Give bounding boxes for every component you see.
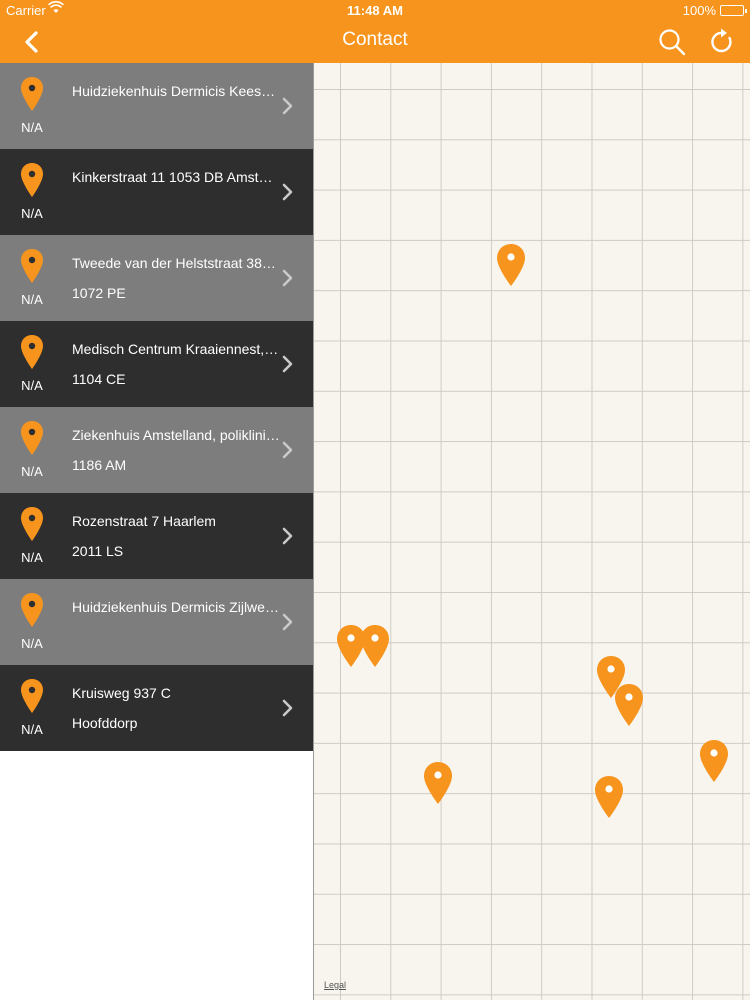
distance-label: N/A (21, 292, 43, 307)
chevron-right-icon (282, 355, 293, 373)
map-pin-icon (21, 421, 43, 455)
address-line-1: Huidziekenhuis Dermicis Zijlwe… (72, 599, 279, 615)
address-line-1: Ziekenhuis Amstelland, poliklini… (72, 427, 280, 443)
distance-label: N/A (21, 722, 43, 737)
map-marker[interactable] (699, 739, 729, 783)
list-item[interactable]: N/A Huidziekenhuis Dermicis Keeso… (0, 63, 313, 149)
chevron-right-icon (282, 527, 293, 545)
page-title: Contact (342, 29, 408, 50)
map-pin-icon (21, 593, 43, 627)
map-pin-icon (21, 679, 43, 713)
distance-label: N/A (21, 206, 43, 221)
list-item[interactable]: N/A Kruisweg 937 C Hoofddorp (0, 665, 313, 751)
address-line-1: Kinkerstraat 11 1053 DB Amst… (72, 169, 273, 185)
list-item[interactable]: N/A Huidziekenhuis Dermicis Zijlwe… (0, 579, 313, 665)
refresh-icon (711, 28, 732, 53)
map-marker[interactable] (496, 243, 526, 287)
map-marker[interactable] (360, 624, 390, 668)
map-pin-icon (21, 163, 43, 197)
battery-percent: 100% (682, 3, 716, 18)
map-marker[interactable] (594, 775, 624, 819)
navigation-bar: Contact (0, 20, 750, 63)
status-time: 11:48 AM (347, 3, 403, 18)
address-line-1: Tweede van der Helststraat 38… (72, 255, 276, 271)
list-item[interactable]: N/A Ziekenhuis Amstelland, poliklini… 11… (0, 407, 313, 493)
address-line-2: 1186 AM (72, 457, 127, 473)
distance-label: N/A (21, 636, 43, 651)
map-view[interactable]: Legal (313, 63, 750, 1000)
chevron-right-icon (282, 183, 293, 201)
top-bar: Carrier 11:48 AM 100% Contact (0, 0, 750, 63)
map-marker[interactable] (423, 761, 453, 805)
list-item[interactable]: N/A Medisch Centrum Kraaiennest,… 1104 C… (0, 321, 313, 407)
address-line-1: Rozenstraat 7 Haarlem (72, 513, 216, 529)
address-line-2: 1072 PE (72, 285, 126, 301)
distance-label: N/A (21, 120, 43, 135)
map-pin-icon (21, 77, 43, 111)
chevron-right-icon (282, 269, 293, 287)
list-item[interactable]: N/A Kinkerstraat 11 1053 DB Amst… (0, 149, 313, 235)
search-icon (659, 29, 686, 56)
chevron-right-icon (282, 613, 293, 631)
address-line-2: Hoofddorp (72, 715, 138, 731)
address-line-2: 1104 CE (72, 371, 126, 387)
map-pin-icon (21, 507, 43, 541)
refresh-button[interactable] (706, 26, 738, 58)
location-list: N/A Huidziekenhuis Dermicis Keeso… N/A K… (0, 63, 313, 751)
map-marker[interactable] (614, 683, 644, 727)
chevron-right-icon (282, 699, 293, 717)
address-line-1: Kruisweg 937 C (72, 685, 171, 701)
address-line-1: Medisch Centrum Kraaiennest,… (72, 341, 279, 357)
address-line-1: Huidziekenhuis Dermicis Keeso… (72, 83, 280, 99)
list-item[interactable]: N/A Rozenstraat 7 Haarlem 2011 LS (0, 493, 313, 579)
chevron-right-icon (282, 441, 293, 459)
map-pin-icon (21, 249, 43, 283)
map-pin-icon (21, 335, 43, 369)
distance-label: N/A (21, 378, 43, 393)
battery-icon (720, 5, 747, 16)
distance-label: N/A (21, 464, 43, 479)
chevron-right-icon (282, 97, 293, 115)
status-bar: Carrier 11:48 AM 100% (0, 0, 750, 20)
search-button[interactable] (656, 26, 688, 58)
legal-link[interactable]: Legal (324, 980, 346, 990)
address-line-2: 2011 LS (72, 543, 124, 559)
list-item[interactable]: N/A Tweede van der Helststraat 38… 1072 … (0, 235, 313, 321)
distance-label: N/A (21, 550, 43, 565)
